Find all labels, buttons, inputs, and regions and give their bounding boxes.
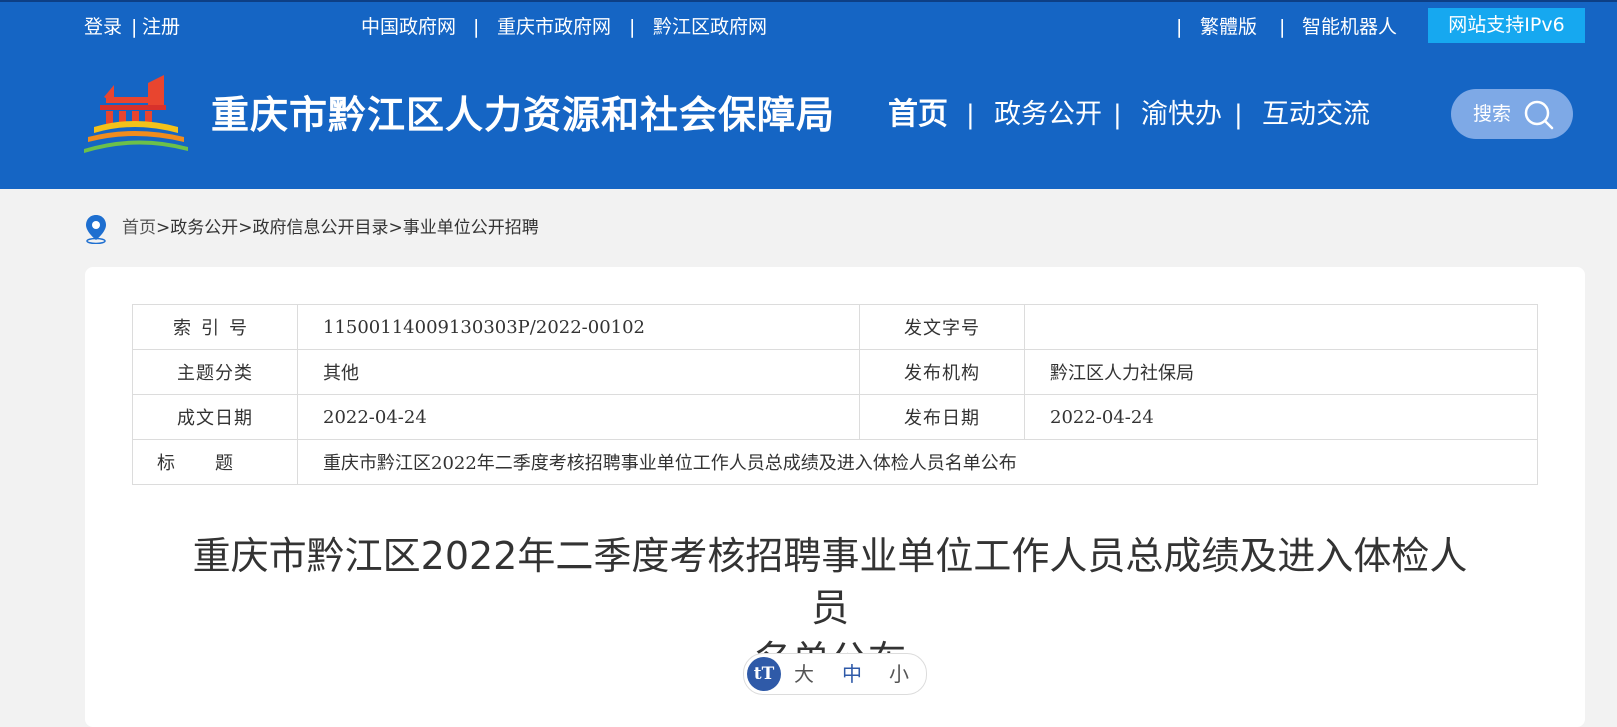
title-value: 重庆市黔江区2022年二季度考核招聘事业单位工作人员总成绩及进入体检人员名单公布 [297,439,1538,485]
doc-number-value [1024,304,1538,350]
smart-robot-link[interactable]: 智能机器人 [1302,14,1397,40]
breadcrumb-separator: > [388,218,403,238]
nav-home[interactable]: 首页 [888,95,948,135]
breadcrumb-recruitment[interactable]: 事业单位公开招聘 [403,218,539,238]
title-label: 标题 [132,439,298,485]
topic-value: 其他 [297,349,860,395]
topic-label: 主题分类 [132,349,298,395]
site-header: 登录 | 注册 中国政府网 | 重庆市政府网 | 黔江区政府网 | 繁體版 | … [0,0,1617,189]
top-border [0,0,1617,2]
written-date-label: 成文日期 [132,394,298,440]
traditional-chinese-link[interactable]: 繁體版 [1200,14,1257,40]
nav-yukuaiban[interactable]: 渝快办 [1141,95,1222,135]
nav-interaction[interactable]: 互动交流 [1262,95,1370,135]
breadcrumb-separator: > [238,218,253,238]
publisher-label: 发布机构 [859,349,1025,395]
font-size-medium-button[interactable]: 中 [842,661,862,687]
publish-date-label: 发布日期 [859,394,1025,440]
top-link-separator: | [629,16,636,38]
table-row: 成文日期 2022-04-24 发布日期 2022-04-24 [132,394,1538,440]
nav-government-affairs[interactable]: 政务公开 [994,95,1102,135]
site-logo-icon [84,75,188,153]
written-date-value: 2022-04-24 [297,394,860,440]
login-link[interactable]: 登录 [84,14,122,40]
top-link-separator: | [1176,16,1183,38]
login-register-separator: | [131,16,138,38]
table-row: 标题 重庆市黔江区2022年二季度考核招聘事业单位工作人员总成绩及进入体检人员名… [132,439,1538,485]
publisher-value: 黔江区人力社保局 [1024,349,1538,395]
document-meta-table: 索引号 11500114009130303P/2022-00102 发文字号 主… [132,304,1538,485]
font-size-icon: tT [747,657,781,691]
breadcrumb-info-catalog[interactable]: 政府信息公开目录 [253,218,389,238]
nav-separator: | [966,100,975,130]
site-title[interactable]: 重庆市黔江区人力资源和社会保障局 [211,89,835,141]
breadcrumb-home[interactable]: 首页 [122,218,156,238]
font-size-control: tT 大 中 小 [743,653,927,695]
search-icon [1524,100,1554,130]
register-link[interactable]: 注册 [142,14,180,40]
breadcrumb-separator: > [156,218,171,238]
article-title-line-1: 重庆市黔江区2022年二季度考核招聘事业单位工作人员总成绩及进入体检人员 [192,534,1468,630]
nav-separator: | [1234,100,1243,130]
link-chongqing-gov[interactable]: 重庆市政府网 [497,14,611,40]
breadcrumb-government-affairs[interactable]: 政务公开 [170,218,238,238]
search-label: 搜索 [1473,103,1512,125]
search-button[interactable]: 搜索 [1451,89,1573,139]
nav-separator: | [1113,100,1122,130]
top-link-separator: | [473,16,480,38]
publish-date-value: 2022-04-24 [1024,394,1538,440]
link-china-gov[interactable]: 中国政府网 [361,14,456,40]
index-label: 索引号 [132,304,298,350]
link-qianjiang-gov[interactable]: 黔江区政府网 [653,14,767,40]
ipv6-badge[interactable]: 网站支持IPv6 [1428,8,1585,43]
location-pin-icon [86,215,106,244]
index-value: 11500114009130303P/2022-00102 [297,304,860,350]
table-row: 索引号 11500114009130303P/2022-00102 发文字号 [132,304,1538,350]
font-size-small-button[interactable]: 小 [889,661,909,687]
doc-number-label: 发文字号 [859,304,1025,350]
font-size-large-button[interactable]: 大 [794,661,814,687]
top-link-separator: | [1279,16,1286,38]
table-row: 主题分类 其他 发布机构 黔江区人力社保局 [132,349,1538,395]
